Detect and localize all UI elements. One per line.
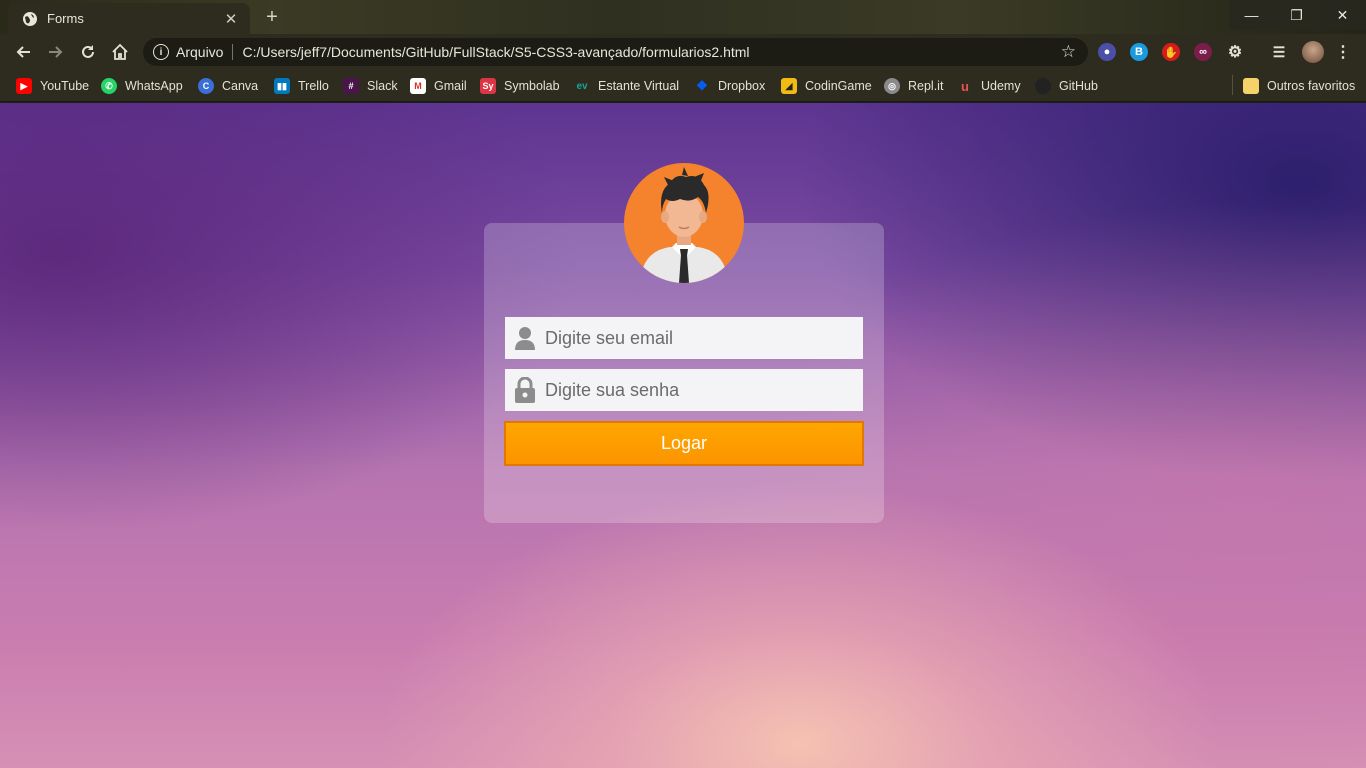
user-icon [505,317,545,359]
browser-toolbar: i Arquivo C:/Users/jeff7/Documents/GitHu… [0,34,1366,70]
other-bookmarks-label: Outros favoritos [1267,79,1356,93]
bookmark-estante-virtual[interactable]: ev Estante Virtual [574,76,679,96]
globe-icon [22,11,38,27]
bookmark-github[interactable]: GitHub [1035,76,1098,96]
canva-icon: C [198,78,214,94]
folder-icon [1243,78,1259,94]
bookmark-label: Trello [298,79,329,93]
bookmark-label: Slack [367,79,398,93]
bookmark-label: YouTube [40,79,90,93]
bookmark-label: GitHub [1059,79,1098,93]
tab-close-icon[interactable]: ✕ [222,10,240,28]
bookmarks-bar: ▶ YouTube ✆ WhatsApp C Canva ▮▮ Trello #… [0,70,1366,102]
back-icon[interactable] [10,40,36,64]
dropbox-icon: ❖ [696,78,708,93]
other-bookmarks-folder[interactable]: Outros favoritos [1243,76,1355,96]
bookmarks-divider [1232,75,1233,95]
bookmark-label: CodinGame [805,79,872,93]
bookmark-label: WhatsApp [125,79,183,93]
new-tab-button[interactable]: + [260,5,284,29]
udemy-icon: u [961,78,969,94]
tab-title: Forms [47,11,84,26]
estante-virtual-icon: ev [576,80,588,92]
reload-icon[interactable] [75,40,101,64]
slack-icon: # [343,78,359,94]
bookmark-label: Udemy [981,79,1021,93]
bookmark-youtube[interactable]: ▶ YouTube [16,76,89,96]
address-bar[interactable]: i Arquivo C:/Users/jeff7/Documents/GitHu… [143,38,1088,66]
info-icon[interactable]: i [153,44,169,60]
bookmark-symbolab[interactable]: Sy Symbolab [480,76,560,96]
email-field[interactable] [505,317,863,359]
tab-forms[interactable]: Forms ✕ [8,3,250,34]
bookmark-udemy[interactable]: u Udemy [957,76,1021,96]
password-input[interactable] [545,369,863,411]
address-separator [232,44,234,60]
bookmark-label: Repl.it [908,79,944,93]
bookmark-slack[interactable]: # Slack [343,76,398,96]
bookmark-replit[interactable]: ◎ Repl.it [884,76,943,96]
replit-icon: ◎ [884,78,900,94]
profile-avatar[interactable] [1302,41,1324,63]
page-viewport: Logar [0,103,1366,768]
bookmark-label: Gmail [434,79,467,93]
bookmark-star-icon[interactable]: ☆ [1061,42,1076,62]
extension-icon[interactable]: ● [1098,43,1116,61]
bookmark-label: Estante Virtual [598,79,680,93]
minimize-button[interactable]: — [1229,0,1274,30]
bookmark-gmail[interactable]: M Gmail [410,76,467,96]
extension-icon[interactable]: B [1130,43,1148,61]
bookmark-label: Dropbox [718,79,766,93]
codingame-icon: ◢ [781,78,797,94]
forward-icon[interactable] [43,40,69,64]
bookmark-codingame[interactable]: ◢ CodinGame [781,76,872,96]
whatsapp-icon: ✆ [101,78,117,94]
avatar [624,163,744,283]
bookmark-canva[interactable]: C Canva [198,76,258,96]
extension-icon[interactable]: ∞ [1194,43,1212,61]
bookmark-label: Symbolab [504,79,560,93]
login-button[interactable]: Logar [504,421,864,466]
symbolab-icon: Sy [480,78,496,94]
email-input[interactable] [545,317,863,359]
home-icon[interactable] [107,40,133,64]
bookmark-trello[interactable]: ▮▮ Trello [274,76,329,96]
close-window-button[interactable]: ✕ [1319,0,1366,30]
trello-icon: ▮▮ [274,78,290,94]
gmail-icon: M [410,78,426,94]
restore-button[interactable]: ❐ [1274,0,1319,30]
github-icon [1035,78,1051,94]
url-text: C:/Users/jeff7/Documents/GitHub/FullStac… [242,44,750,60]
bookmark-whatsapp[interactable]: ✆ WhatsApp [101,76,183,96]
gear-icon[interactable]: ⚙ [1226,43,1244,61]
security-label: Arquivo [176,44,224,60]
password-field[interactable] [505,369,863,411]
adblock-icon[interactable]: ✋ [1162,43,1180,61]
youtube-icon: ▶ [16,78,32,94]
menu-icon[interactable]: ⋮ [1334,43,1352,61]
window-titlebar: Forms ✕ + — ❐ ✕ [0,0,1366,34]
media-queue-icon[interactable]: ☰ [1270,43,1288,61]
lock-icon [505,369,545,411]
bookmark-label: Canva [222,79,259,93]
bookmark-dropbox[interactable]: ❖ Dropbox [694,76,765,96]
